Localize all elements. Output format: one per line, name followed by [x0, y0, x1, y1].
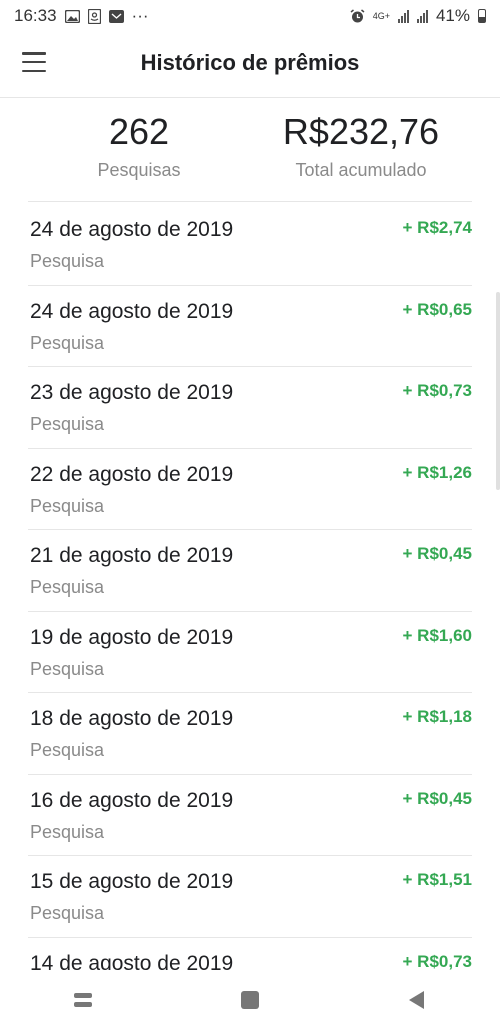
more-icon: ··· [131, 6, 149, 25]
item-amount: + R$0,45 [402, 788, 472, 808]
item-amount: + R$0,73 [402, 381, 472, 400]
list-item[interactable]: 21 de agosto de 2019 Pesquisa + R$0,45 [28, 530, 472, 612]
network-type: 4G+ [372, 10, 390, 21]
item-type: Pesquisa [30, 903, 105, 923]
list-item[interactable]: 22 de agosto de 2019 Pesquisa + R$1,26 [28, 449, 472, 530]
navigation-bar [0, 972, 500, 1028]
signal-icon [397, 9, 409, 23]
status-time: 16:33 [14, 6, 57, 25]
surveys-stat: 262 Pesquisas [28, 110, 250, 201]
scroll-indicator[interactable] [496, 292, 500, 490]
item-date: 24 de agosto de 2019 [30, 218, 234, 241]
item-date: 23 de agosto de 2019 [30, 381, 234, 404]
item-amount: + R$0,45 [402, 544, 472, 563]
total-value: R$232,76 [282, 111, 440, 152]
total-label: Total acumulado [295, 160, 427, 180]
battery-percent: 41% [435, 6, 470, 25]
item-date: 22 de agosto de 2019 [30, 462, 234, 486]
alarm-icon [350, 8, 365, 24]
signal-icon-2 [416, 9, 428, 23]
amazon-icon [87, 8, 101, 24]
list-item[interactable]: 16 de agosto de 2019 Pesquisa + R$0,45 [28, 775, 472, 856]
item-amount: + R$1,18 [402, 707, 472, 726]
item-amount: + R$1,60 [402, 625, 472, 645]
surveys-label: Pesquisas [97, 160, 181, 180]
list-item[interactable]: 23 de agosto de 2019 Pesquisa + R$0,73 [28, 367, 472, 449]
mail-icon [108, 9, 124, 23]
status-bar: 16:33 ··· 4G+ 41% [0, 0, 500, 32]
item-amount: + R$0,73 [402, 951, 472, 971]
item-date: 24 de agosto de 2019 [30, 299, 234, 323]
item-amount: + R$1,26 [402, 462, 472, 482]
item-amount: + R$2,74 [402, 218, 472, 237]
back-icon[interactable] [397, 980, 437, 1020]
list-item[interactable]: 24 de agosto de 2019 Pesquisa + R$2,74 [28, 204, 472, 286]
item-type: Pesquisa [30, 332, 105, 353]
battery-icon [478, 9, 486, 23]
item-type: Pesquisa [30, 577, 105, 597]
item-type: Pesquisa [30, 251, 105, 271]
item-date: 14 de agosto de 2019 [30, 951, 234, 971]
gallery-icon [64, 9, 80, 23]
list-item[interactable]: 18 de agosto de 2019 Pesquisa + R$1,18 [28, 693, 472, 775]
surveys-count: 262 [108, 111, 170, 152]
item-amount: + R$0,65 [402, 299, 472, 319]
item-amount: + R$1,51 [402, 870, 472, 889]
app-bar: Histórico de prêmios [0, 32, 500, 98]
status-right: 4G+ 41% [350, 6, 486, 26]
recents-icon[interactable] [63, 980, 103, 1020]
item-type: Pesquisa [30, 414, 105, 434]
total-stat: R$232,76 Total acumulado [250, 110, 472, 201]
page-title: Histórico de prêmios [140, 50, 360, 75]
list-item[interactable]: 19 de agosto de 2019 Pesquisa + R$1,60 [28, 612, 472, 693]
item-type: Pesquisa [30, 740, 105, 760]
summary: 262 Pesquisas R$232,76 Total acumulado [28, 110, 472, 202]
item-type: Pesquisa [30, 658, 105, 679]
item-type: Pesquisa [30, 821, 105, 842]
item-date: 21 de agosto de 2019 [30, 544, 234, 567]
item-date: 19 de agosto de 2019 [30, 625, 234, 649]
list-item[interactable]: 15 de agosto de 2019 Pesquisa + R$1,51 [28, 856, 472, 938]
item-date: 16 de agosto de 2019 [30, 788, 234, 812]
list-item[interactable]: 24 de agosto de 2019 Pesquisa + R$0,65 [28, 286, 472, 367]
history-list[interactable]: 24 de agosto de 2019 Pesquisa + R$2,74 2… [28, 204, 472, 970]
status-left: 16:33 ··· [14, 6, 149, 26]
item-type: Pesquisa [30, 495, 105, 516]
home-icon[interactable] [230, 980, 270, 1020]
list-item[interactable]: 14 de agosto de 2019 Pesquisa + R$0,73 [28, 938, 472, 971]
item-date: 15 de agosto de 2019 [30, 870, 234, 893]
item-date: 18 de agosto de 2019 [30, 707, 234, 730]
